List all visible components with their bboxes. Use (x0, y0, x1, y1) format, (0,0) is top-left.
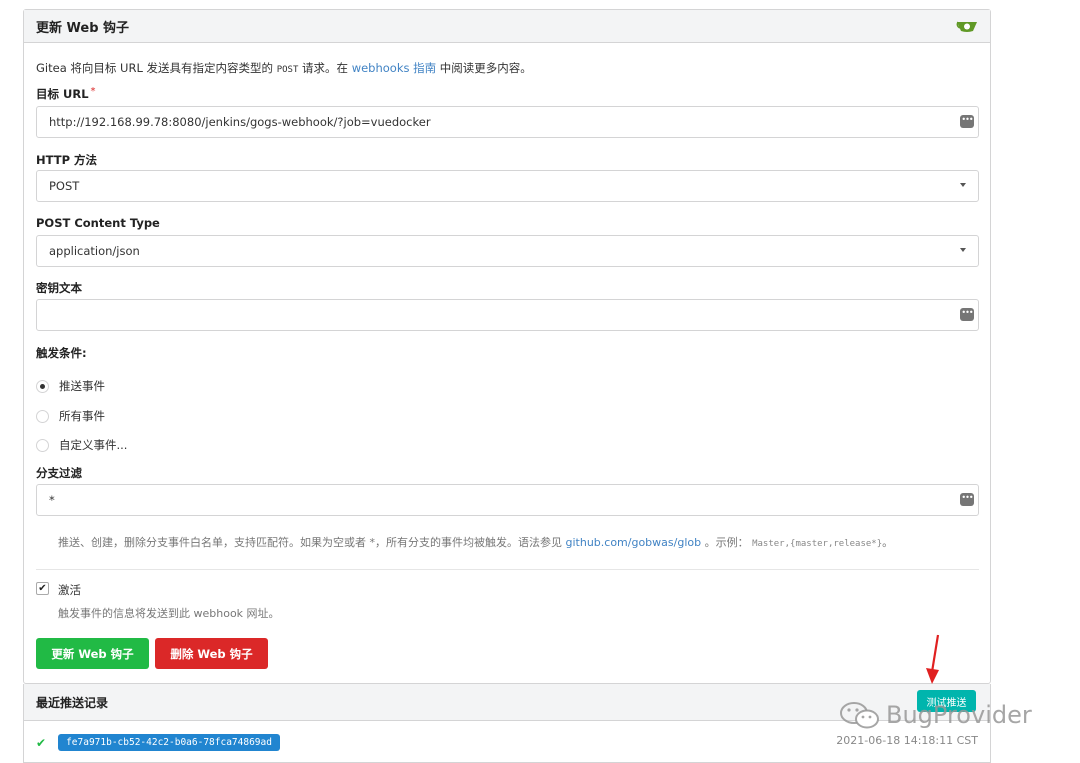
dropdown-caret-icon (960, 248, 966, 252)
secret-label: 密钥文本 (36, 281, 82, 295)
radio-push-events[interactable]: 推送事件 (36, 378, 105, 394)
more-icon[interactable]: ••• (960, 308, 974, 321)
content-type-label: POST Content Type (36, 216, 160, 230)
delivery-row[interactable]: ✔ fe7a971b-cb52-42c2-b0a6-78fca74869ad (36, 734, 280, 751)
radio-unchecked-icon[interactable] (36, 409, 49, 423)
secret-input[interactable]: ••• (36, 299, 979, 331)
dropdown-caret-icon (960, 183, 966, 187)
webhooks-guide-link[interactable]: webhooks 指南 (352, 61, 436, 75)
target-url-input[interactable]: http://192.168.99.78:8080/jenkins/gogs-w… (36, 106, 979, 138)
branch-filter-help: 推送、创建，删除分支事件白名单，支持匹配符。如果为空或者 *，所有分支的事件均被… (58, 536, 894, 549)
page-title: 更新 Web 钩子 (36, 20, 130, 36)
radio-custom-events[interactable]: 自定义事件... (36, 437, 127, 453)
delivery-id-badge[interactable]: fe7a971b-cb52-42c2-b0a6-78fca74869ad (58, 734, 280, 751)
recent-deliveries-title: 最近推送记录 (36, 695, 109, 710)
content-type-select[interactable]: application/json (36, 235, 979, 267)
red-arrow-annotation-icon (926, 634, 940, 684)
radio-all-events[interactable]: 所有事件 (36, 408, 105, 424)
panel-header: 更新 Web 钩子 (24, 10, 990, 43)
divider (36, 569, 979, 570)
active-label: 激活 (58, 583, 81, 597)
radio-unchecked-icon[interactable] (36, 438, 49, 452)
more-icon[interactable]: ••• (960, 115, 974, 128)
radio-checked-icon[interactable] (36, 379, 49, 393)
http-method-select[interactable]: POST (36, 170, 979, 202)
active-checkbox[interactable]: ✔ (36, 582, 49, 595)
wechat-icon (840, 702, 879, 729)
watermark: BugProvider (838, 700, 1032, 730)
delete-webhook-button[interactable]: 删除 Web 钩子 (155, 638, 268, 669)
check-icon: ✔ (36, 735, 47, 750)
webhook-settings-panel: 更新 Web 钩子 Gitea 将向目标 URL 发送具有指定内容类型的 POS… (23, 9, 991, 684)
target-url-label: 目标 URL * (36, 86, 96, 101)
update-webhook-button[interactable]: 更新 Web 钩子 (36, 638, 149, 669)
more-icon[interactable]: ••• (960, 493, 974, 506)
http-method-label: HTTP 方法 (36, 153, 98, 167)
branch-filter-input[interactable]: * ••• (36, 484, 979, 516)
delivery-time: 2021-06-18 14:18:11 CST (836, 734, 978, 747)
intro-text: Gitea 将向目标 URL 发送具有指定内容类型的 POST 请求。在 web… (36, 61, 532, 75)
active-help: 触发事件的信息将发送到此 webhook 网址。 (58, 607, 280, 620)
glob-syntax-link[interactable]: github.com/gobwas/glob (566, 536, 702, 549)
trigger-label: 触发条件: (36, 346, 87, 360)
branch-filter-label: 分支过滤 (36, 466, 82, 480)
gitea-logo-icon (956, 21, 977, 32)
